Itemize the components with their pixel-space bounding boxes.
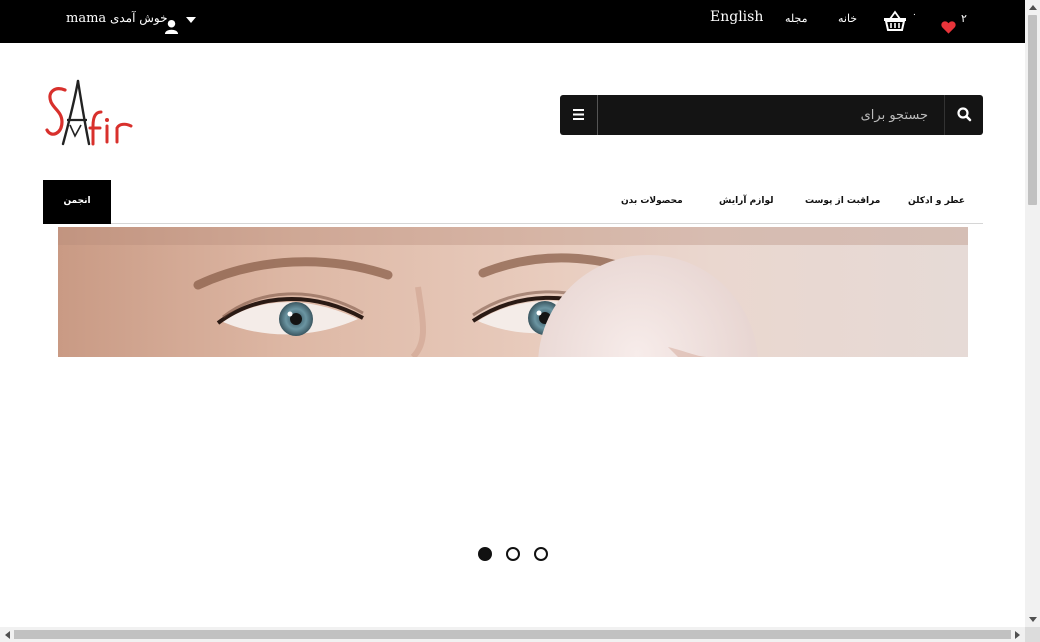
top-bar: mama خوش آمدی English مجله خانه ۰ ۲ (0, 0, 1025, 43)
search-icon[interactable] (944, 95, 983, 135)
slider-dot[interactable] (506, 547, 520, 561)
scroll-up-icon[interactable] (1029, 5, 1037, 10)
welcome-message[interactable]: mama خوش آمدی (66, 0, 168, 43)
search-bar (560, 95, 983, 135)
nav-item-forum[interactable]: انجمن (43, 180, 111, 224)
language-switch-link[interactable]: English (710, 0, 763, 43)
heart-icon[interactable] (941, 10, 956, 34)
site-logo[interactable] (45, 78, 140, 150)
slider-pagination (478, 547, 550, 561)
slider-dot[interactable] (534, 547, 548, 561)
magazine-link[interactable]: مجله (785, 0, 808, 43)
scroll-down-icon[interactable] (1029, 617, 1037, 622)
nav-item-perfume[interactable]: عطر و ادکلن (908, 180, 965, 223)
basket-icon[interactable] (883, 8, 907, 31)
username: mama (66, 11, 107, 26)
slider-dot[interactable] (478, 547, 492, 561)
home-link[interactable]: خانه (838, 0, 857, 43)
nav-item-makeup[interactable]: لوازم آرایش (719, 180, 773, 223)
nav-item-skin-care[interactable]: مراقبت از پوست (805, 180, 880, 223)
search-input[interactable] (599, 95, 944, 135)
hero-slider-image[interactable] (58, 227, 968, 357)
wishlist-count: ۲ (961, 12, 967, 25)
scroll-right-icon[interactable] (1015, 631, 1020, 639)
nav-item-body-products[interactable]: محصولات بدن (621, 180, 683, 223)
scroll-thumb[interactable] (1028, 15, 1037, 205)
scroll-thumb[interactable] (14, 630, 1011, 639)
basket-count: ۰ (912, 10, 917, 20)
caret-down-icon[interactable] (186, 12, 196, 24)
bars-icon[interactable] (560, 95, 598, 135)
page: mama خوش آمدی English مجله خانه ۰ ۲ جستج… (0, 0, 1025, 627)
welcome-text: خوش آمدی (109, 11, 168, 25)
scrollbar-corner (1025, 627, 1040, 642)
main-nav: انجمن محصولات بدن لوازم آرایش مراقبت از … (43, 180, 983, 224)
vertical-scrollbar[interactable] (1025, 0, 1040, 627)
horizontal-scrollbar[interactable] (0, 627, 1025, 642)
scroll-left-icon[interactable] (5, 631, 10, 639)
